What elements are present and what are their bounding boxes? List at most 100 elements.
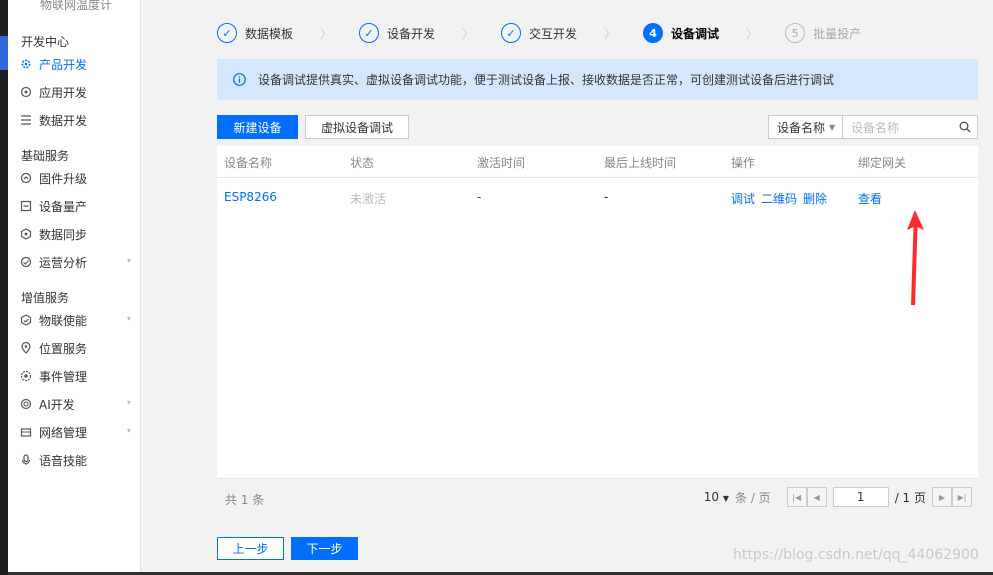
- view-gateway-link[interactable]: 查看: [858, 190, 882, 207]
- sidebar-item-iot-enable[interactable]: 物联使能 ▾: [20, 309, 135, 331]
- caret-down-icon: ▼: [829, 122, 836, 132]
- step-separator: 〉: [320, 26, 333, 41]
- device-icon: [20, 200, 32, 212]
- main-content: ✓ 数据模板 〉 ✓ 设备开发 〉 ✓ 交互开发 〉 4 设备调试 〉 5 批量…: [141, 0, 993, 575]
- info-icon: [233, 73, 246, 86]
- search-input[interactable]: 设备名称: [843, 115, 978, 139]
- prev-page-icon[interactable]: ◀: [806, 487, 827, 507]
- sidebar-item-label: 应用开发: [39, 85, 88, 100]
- stepper: ✓ 数据模板 〉 ✓ 设备开发 〉 ✓ 交互开发 〉 4 设备调试 〉 5 批量…: [217, 20, 861, 46]
- check-icon: ✓: [359, 23, 380, 43]
- step-number-badge: 5: [785, 23, 806, 43]
- column-header: 状态: [350, 156, 375, 170]
- sidebar-item-label: 语音技能: [39, 453, 88, 468]
- next-step-button[interactable]: 下一步: [291, 537, 358, 560]
- debug-link[interactable]: 调试: [731, 190, 755, 207]
- sync-icon: [20, 228, 32, 240]
- step-label: 批量投产: [813, 26, 862, 41]
- step-interaction-dev[interactable]: ✓ 交互开发: [501, 20, 577, 46]
- pagination: 10 ▼ 条 / 页 |◀ ◀ 1 / 1 页 ▶ ▶|: [704, 487, 972, 507]
- sidebar-item-mass-production[interactable]: 设备量产: [20, 195, 135, 217]
- red-arrow-annotation: [907, 210, 924, 305]
- event-icon: [20, 370, 32, 382]
- sidebar-item-analytics[interactable]: 运营分析 ▾: [20, 251, 135, 273]
- last-page-icon[interactable]: ▶|: [952, 487, 972, 507]
- new-device-button[interactable]: 新建设备: [217, 115, 298, 139]
- page-number-input[interactable]: 1: [832, 487, 889, 507]
- prev-step-button[interactable]: 上一步: [217, 537, 284, 560]
- qrcode-link[interactable]: 二维码: [761, 190, 797, 207]
- sidebar-item-location[interactable]: 位置服务: [20, 337, 135, 359]
- search-icon[interactable]: [959, 121, 971, 133]
- info-banner: 设备调试提供真实、虚拟设备调试功能，便于测试设备上报、接收数据是否正常，可创建测…: [217, 59, 978, 100]
- column-header: 最后上线时间: [604, 156, 677, 170]
- next-page-icon[interactable]: ▶: [932, 487, 952, 507]
- page-size-select[interactable]: 10 ▼: [704, 490, 729, 504]
- sidebar-item-ai-dev[interactable]: AI开发 ▾: [20, 393, 135, 415]
- sidebar-item-voice[interactable]: 语音技能: [20, 449, 135, 471]
- sidebar-item-events[interactable]: 事件管理: [20, 365, 135, 387]
- sidebar-item-label: 位置服务: [39, 341, 88, 356]
- chevron-down-icon: ▾: [126, 256, 131, 265]
- voice-icon: [20, 454, 32, 466]
- page-size-value: 10: [703, 490, 720, 504]
- sidebar-item-network[interactable]: 网络管理 ▾: [20, 421, 135, 443]
- sidebar-item-label: 网络管理: [39, 425, 88, 440]
- gear-icon: [20, 58, 32, 70]
- page-nav-prev-group: |◀ ◀: [786, 487, 827, 507]
- step-device-debug[interactable]: 4 设备调试: [643, 20, 719, 46]
- sidebar-item-label: 设备量产: [39, 199, 88, 214]
- sidebar-item-label: AI开发: [39, 397, 75, 412]
- sidebar-item-product-dev[interactable]: 产品开发: [20, 53, 135, 75]
- device-status: 未激活: [350, 192, 387, 206]
- step-device-dev[interactable]: ✓ 设备开发: [359, 20, 435, 46]
- watermark: https://blog.csdn.net/qq_44062900: [733, 547, 979, 563]
- total-count: 共 1 条: [225, 493, 265, 507]
- list-icon: [20, 114, 32, 126]
- search-placeholder: 设备名称: [851, 120, 900, 135]
- info-text: 设备调试提供真实、虚拟设备调试功能，便于测试设备上报、接收数据是否正常，可创建测…: [258, 73, 835, 87]
- delete-link[interactable]: 删除: [803, 190, 827, 207]
- sidebar-group-dev: 开发中心: [21, 35, 70, 49]
- step-data-template[interactable]: ✓ 数据模板: [217, 20, 293, 46]
- sidebar-item-firmware[interactable]: 固件升级: [20, 167, 135, 189]
- device-name-link[interactable]: ESP8266: [224, 190, 277, 204]
- step-mass-production[interactable]: 5 批量投产: [785, 20, 861, 46]
- table-header: 设备名称 状态 激活时间 最后上线时间 操作 绑定网关: [217, 146, 978, 178]
- chevron-down-icon: ▾: [126, 314, 131, 323]
- step-separator: 〉: [462, 26, 475, 41]
- sidebar-item-data-sync[interactable]: 数据同步: [20, 223, 135, 245]
- sidebar-item-app-dev[interactable]: 应用开发: [20, 81, 135, 103]
- step-label: 设备调试: [671, 26, 720, 41]
- first-page-icon[interactable]: |◀: [786, 487, 807, 507]
- location-icon: [20, 342, 32, 354]
- chevron-down-icon: ▾: [126, 398, 131, 407]
- table-footer: 共 1 条 10 ▼ 条 / 页 |◀ ◀ 1 / 1 页 ▶ ▶|: [217, 478, 978, 518]
- step-label: 数据模板: [245, 26, 294, 41]
- sidebar: 物联网温度计 开发中心 产品开发 应用开发 数据开发 基础服务 固件升级 设备量…: [8, 0, 141, 575]
- sidebar-item-label: 产品开发: [39, 57, 88, 72]
- sidebar-item-label: 事件管理: [39, 369, 88, 384]
- search-bar: 设备名称 ▼ 设备名称: [768, 115, 978, 139]
- step-label: 交互开发: [529, 26, 578, 41]
- app-icon: [20, 86, 32, 98]
- chevron-down-icon: ▾: [126, 426, 131, 435]
- virtual-device-debug-button[interactable]: 虚拟设备调试: [305, 115, 409, 139]
- upgrade-icon: [20, 172, 32, 184]
- page-size-suffix: 条 / 页: [735, 490, 771, 505]
- sidebar-group-basic: 基础服务: [21, 149, 70, 163]
- column-header: 设备名称: [224, 156, 273, 170]
- enable-icon: [20, 314, 32, 326]
- step-separator: 〉: [746, 26, 759, 41]
- column-header: 操作: [731, 156, 756, 170]
- check-icon: ✓: [501, 23, 522, 43]
- column-header: 激活时间: [477, 156, 526, 170]
- ai-icon: [20, 398, 32, 410]
- search-field-label: 设备名称: [777, 120, 826, 135]
- page-nav-next-group: ▶ ▶|: [932, 487, 972, 507]
- row-actions: 调试 二维码 删除: [731, 190, 827, 207]
- search-field-select[interactable]: 设备名称 ▼: [768, 115, 843, 139]
- sidebar-item-data-dev[interactable]: 数据开发: [20, 109, 135, 131]
- sidebar-product-name[interactable]: 物联网温度计: [40, 0, 112, 13]
- sidebar-group-value-added: 增值服务: [21, 291, 70, 305]
